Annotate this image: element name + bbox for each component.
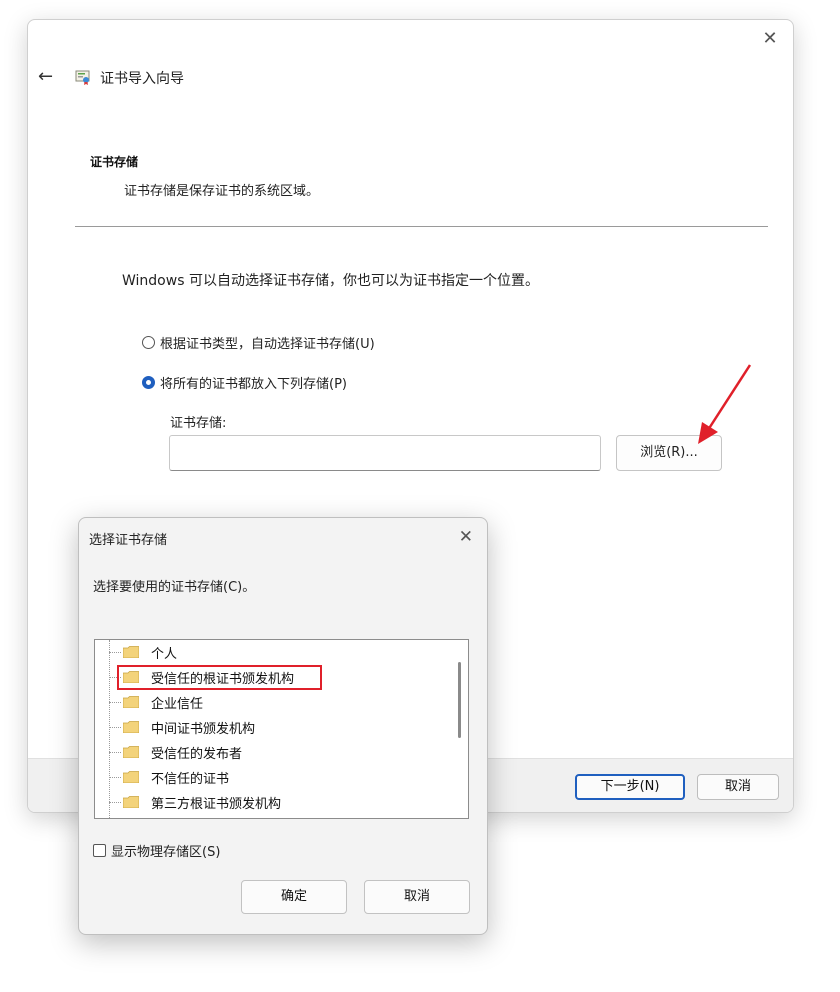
tree-item[interactable]: 个人 [123, 642, 177, 662]
intro-text: Windows 可以自动选择证书存储，你也可以为证书指定一个位置。 [122, 273, 539, 289]
show-physical-checkbox-row[interactable]: 显示物理存储区(S) [93, 841, 220, 860]
tree-line [109, 640, 110, 818]
folder-icon [123, 796, 139, 808]
section-title: 证书存储 [90, 155, 139, 169]
close-icon[interactable]: ✕ [459, 526, 473, 548]
radio-checked-icon[interactable] [142, 376, 155, 389]
tree-line [109, 702, 121, 703]
radio-auto-label: 根据证书类型，自动选择证书存储(U) [160, 337, 375, 352]
folder-icon [123, 721, 139, 733]
tree-line [109, 727, 121, 728]
next-button[interactable]: 下一步(N) [575, 774, 685, 800]
tree-item-label: 个人 [151, 646, 178, 662]
cancel-button[interactable]: 取消 [697, 774, 779, 800]
back-arrow-icon[interactable]: ← [38, 67, 60, 87]
certificate-icon [75, 70, 90, 85]
store-tree[interactable]: 个人 受信任的根证书颁发机构 企业信任 中间证书颁发机构 受信任的发布者 不信任… [94, 639, 469, 819]
show-physical-label: 显示物理存储区(S) [111, 845, 221, 860]
close-icon[interactable]: ✕ [759, 28, 781, 50]
folder-icon [123, 771, 139, 783]
tree-item-label: 中间证书颁发机构 [151, 721, 256, 737]
section-description: 证书存储是保存证书的系统区域。 [124, 184, 320, 199]
red-arrow-annotation [698, 364, 752, 444]
tree-line [109, 802, 121, 803]
tree-item-label: 不信任的证书 [151, 771, 230, 787]
store-label: 证书存储: [170, 416, 227, 431]
select-store-dialog: 选择证书存储 ✕ 选择要使用的证书存储(C)。 个人 受信任的根证书颁发机构 企… [78, 517, 488, 935]
scrollbar-thumb[interactable] [458, 662, 461, 738]
dialog-prompt: 选择要使用的证书存储(C)。 [93, 580, 256, 595]
radio-manual-label: 将所有的证书都放入下列存储(P) [160, 377, 347, 392]
tree-item[interactable]: 不信任的证书 [123, 767, 229, 787]
dialog-title: 选择证书存储 [89, 533, 168, 548]
radio-unchecked-icon[interactable] [142, 336, 155, 349]
tree-item[interactable]: 中间证书颁发机构 [123, 717, 255, 737]
divider [75, 226, 768, 227]
cancel-button[interactable]: 取消 [364, 880, 470, 914]
folder-icon [123, 646, 139, 658]
tree-item-label: 企业信任 [151, 696, 204, 712]
red-highlight-annotation [117, 665, 322, 690]
tree-line [109, 752, 121, 753]
folder-icon [123, 696, 139, 708]
tree-item-label: 受信任的发布者 [151, 746, 243, 762]
tree-item-label: 第三方根证书颁发机构 [151, 796, 282, 812]
folder-icon [123, 746, 139, 758]
radio-auto-select[interactable]: 根据证书类型，自动选择证书存储(U) [142, 333, 375, 352]
checkbox-unchecked-icon[interactable] [93, 844, 106, 857]
window-title: 证书导入向导 [100, 71, 184, 87]
ok-button[interactable]: 确定 [241, 880, 347, 914]
tree-item[interactable]: 第三方根证书颁发机构 [123, 792, 281, 812]
radio-manual-store[interactable]: 将所有的证书都放入下列存储(P) [142, 373, 347, 392]
tree-line [109, 777, 121, 778]
tree-line [109, 652, 121, 653]
tree-item[interactable]: 受信任的发布者 [123, 742, 242, 762]
store-input[interactable] [169, 435, 601, 471]
tree-item[interactable]: 企业信任 [123, 692, 203, 712]
